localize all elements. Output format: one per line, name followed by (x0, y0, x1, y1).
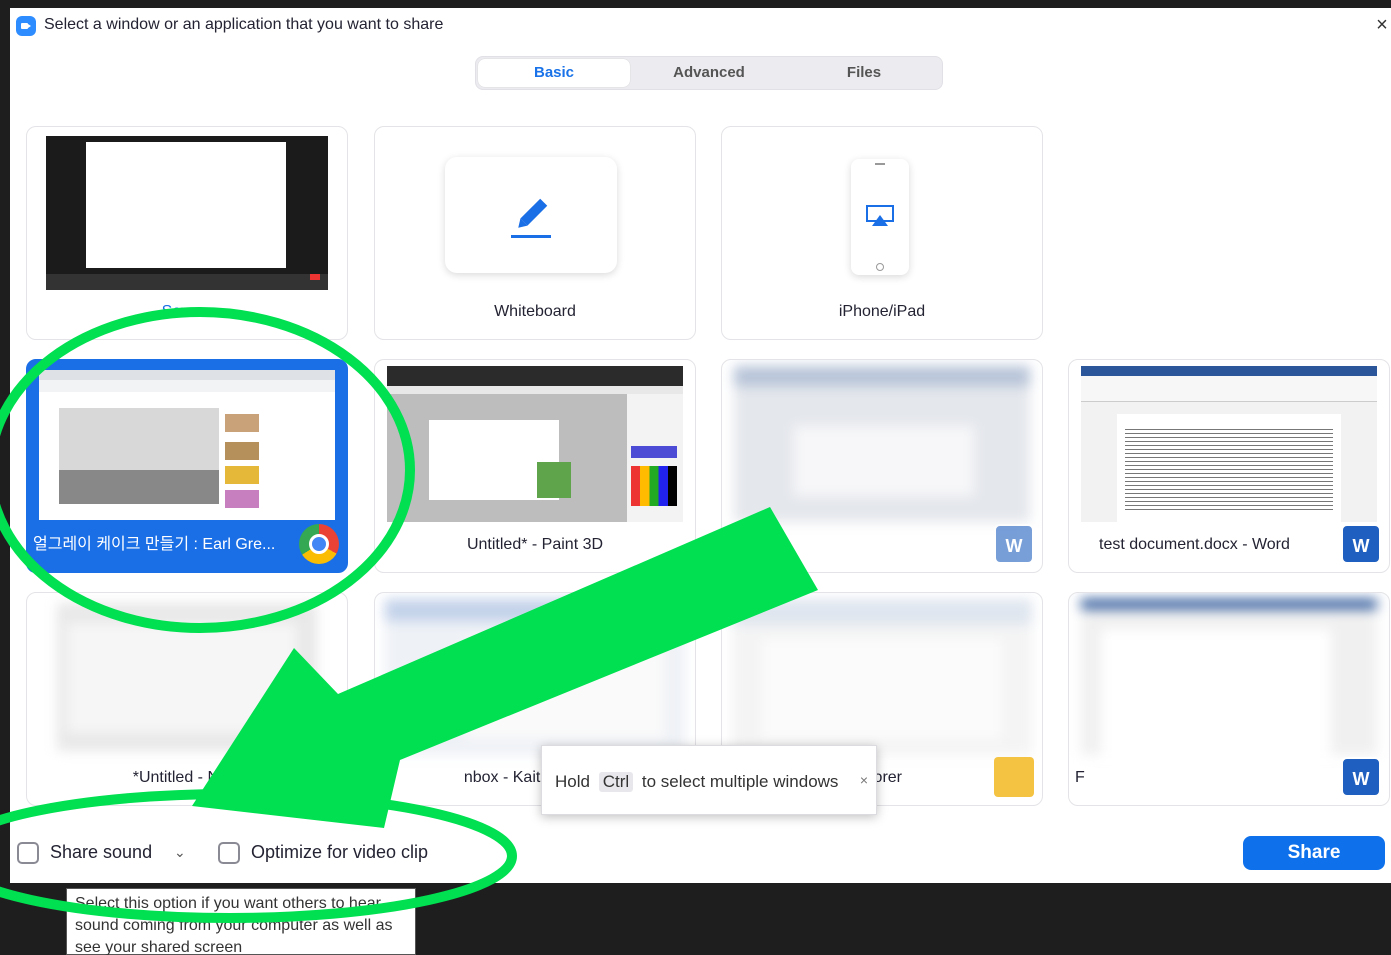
card-label: iPhone/iPad (838, 303, 926, 320)
blurred-thumbnail (734, 366, 1030, 522)
tab-basic[interactable]: Basic (478, 59, 630, 87)
word2-thumbnail (1081, 599, 1377, 755)
airplay-icon (866, 205, 894, 226)
optimize-video-label[interactable]: Optimize for video clip (251, 842, 428, 863)
tooltip-text: Hold Ctrl to select multiple windows (555, 772, 838, 792)
share-card-whiteboard[interactable]: Whiteboard (374, 126, 696, 340)
share-card-notepad[interactable]: *Untitled - Note (26, 592, 348, 806)
chrome-thumbnail (39, 370, 335, 520)
bottom-options: Share sound ⌄ Optimize for video clip Sh… (10, 818, 1391, 883)
word-icon: W (994, 524, 1034, 564)
share-sound-tooltip: Select this option if you want others to… (66, 888, 416, 955)
chrome-icon (299, 524, 339, 564)
share-card-screen[interactable]: Screen (26, 126, 348, 340)
notepad-thumbnail (57, 603, 317, 751)
share-sound-label[interactable]: Share sound (50, 842, 152, 863)
screen-thumbnail (46, 136, 328, 290)
share-card-paint3d[interactable]: Untitled* - Paint 3D (374, 359, 696, 573)
share-card-blurred-window[interactable]: W (721, 359, 1043, 573)
share-sound-checkbox[interactable] (17, 842, 39, 864)
paint3d-thumbnail (387, 366, 683, 522)
inbox-thumbnail (385, 599, 685, 755)
pen-icon (511, 198, 551, 238)
word-thumbnail (1081, 366, 1377, 522)
screen: Select a window or an application that y… (0, 0, 1391, 955)
card-label: Untitled* - Paint 3D (466, 536, 604, 553)
tooltip-text-before: Hold (555, 772, 590, 791)
share-card-word-window[interactable]: F W (1068, 592, 1390, 806)
close-button[interactable]: × (1373, 14, 1391, 36)
phone-tile (851, 159, 909, 275)
card-label: *Untitled - Note (132, 769, 242, 786)
share-button[interactable]: Share (1243, 836, 1385, 870)
ctrl-key: Ctrl (598, 772, 634, 792)
tooltip-close-icon[interactable]: × (860, 772, 868, 788)
zoom-app-icon (16, 16, 36, 36)
explorer-thumbnail (732, 599, 1032, 755)
multi-select-tooltip: Hold Ctrl to select multiple windows × (541, 745, 877, 815)
share-tabs: Basic Advanced Files (475, 56, 943, 90)
optimize-video-checkbox[interactable] (218, 842, 240, 864)
word-icon: W (1341, 524, 1381, 564)
tab-advanced[interactable]: Advanced (633, 59, 785, 87)
word-icon: W (1341, 757, 1381, 797)
card-label: Screen (161, 303, 213, 320)
card-label: Whiteboard (494, 303, 576, 320)
tooltip-text-after: to select multiple windows (641, 772, 839, 791)
dialog-title: Select a window or an application that y… (44, 16, 444, 33)
folder-icon (994, 757, 1034, 797)
chevron-down-icon[interactable]: ⌄ (174, 844, 186, 861)
whiteboard-tile (445, 157, 617, 273)
share-card-iphone-ipad[interactable]: iPhone/iPad (721, 126, 1043, 340)
share-card-test-document[interactable]: test document.docx - Word W (1068, 359, 1390, 573)
tab-files[interactable]: Files (788, 59, 940, 87)
card-label: orer (873, 769, 902, 786)
title-bar: Select a window or an application that y… (10, 8, 1391, 44)
share-card-chrome-window[interactable]: 얼그레이 케이크 만들기 : Earl Gre... (26, 359, 348, 573)
